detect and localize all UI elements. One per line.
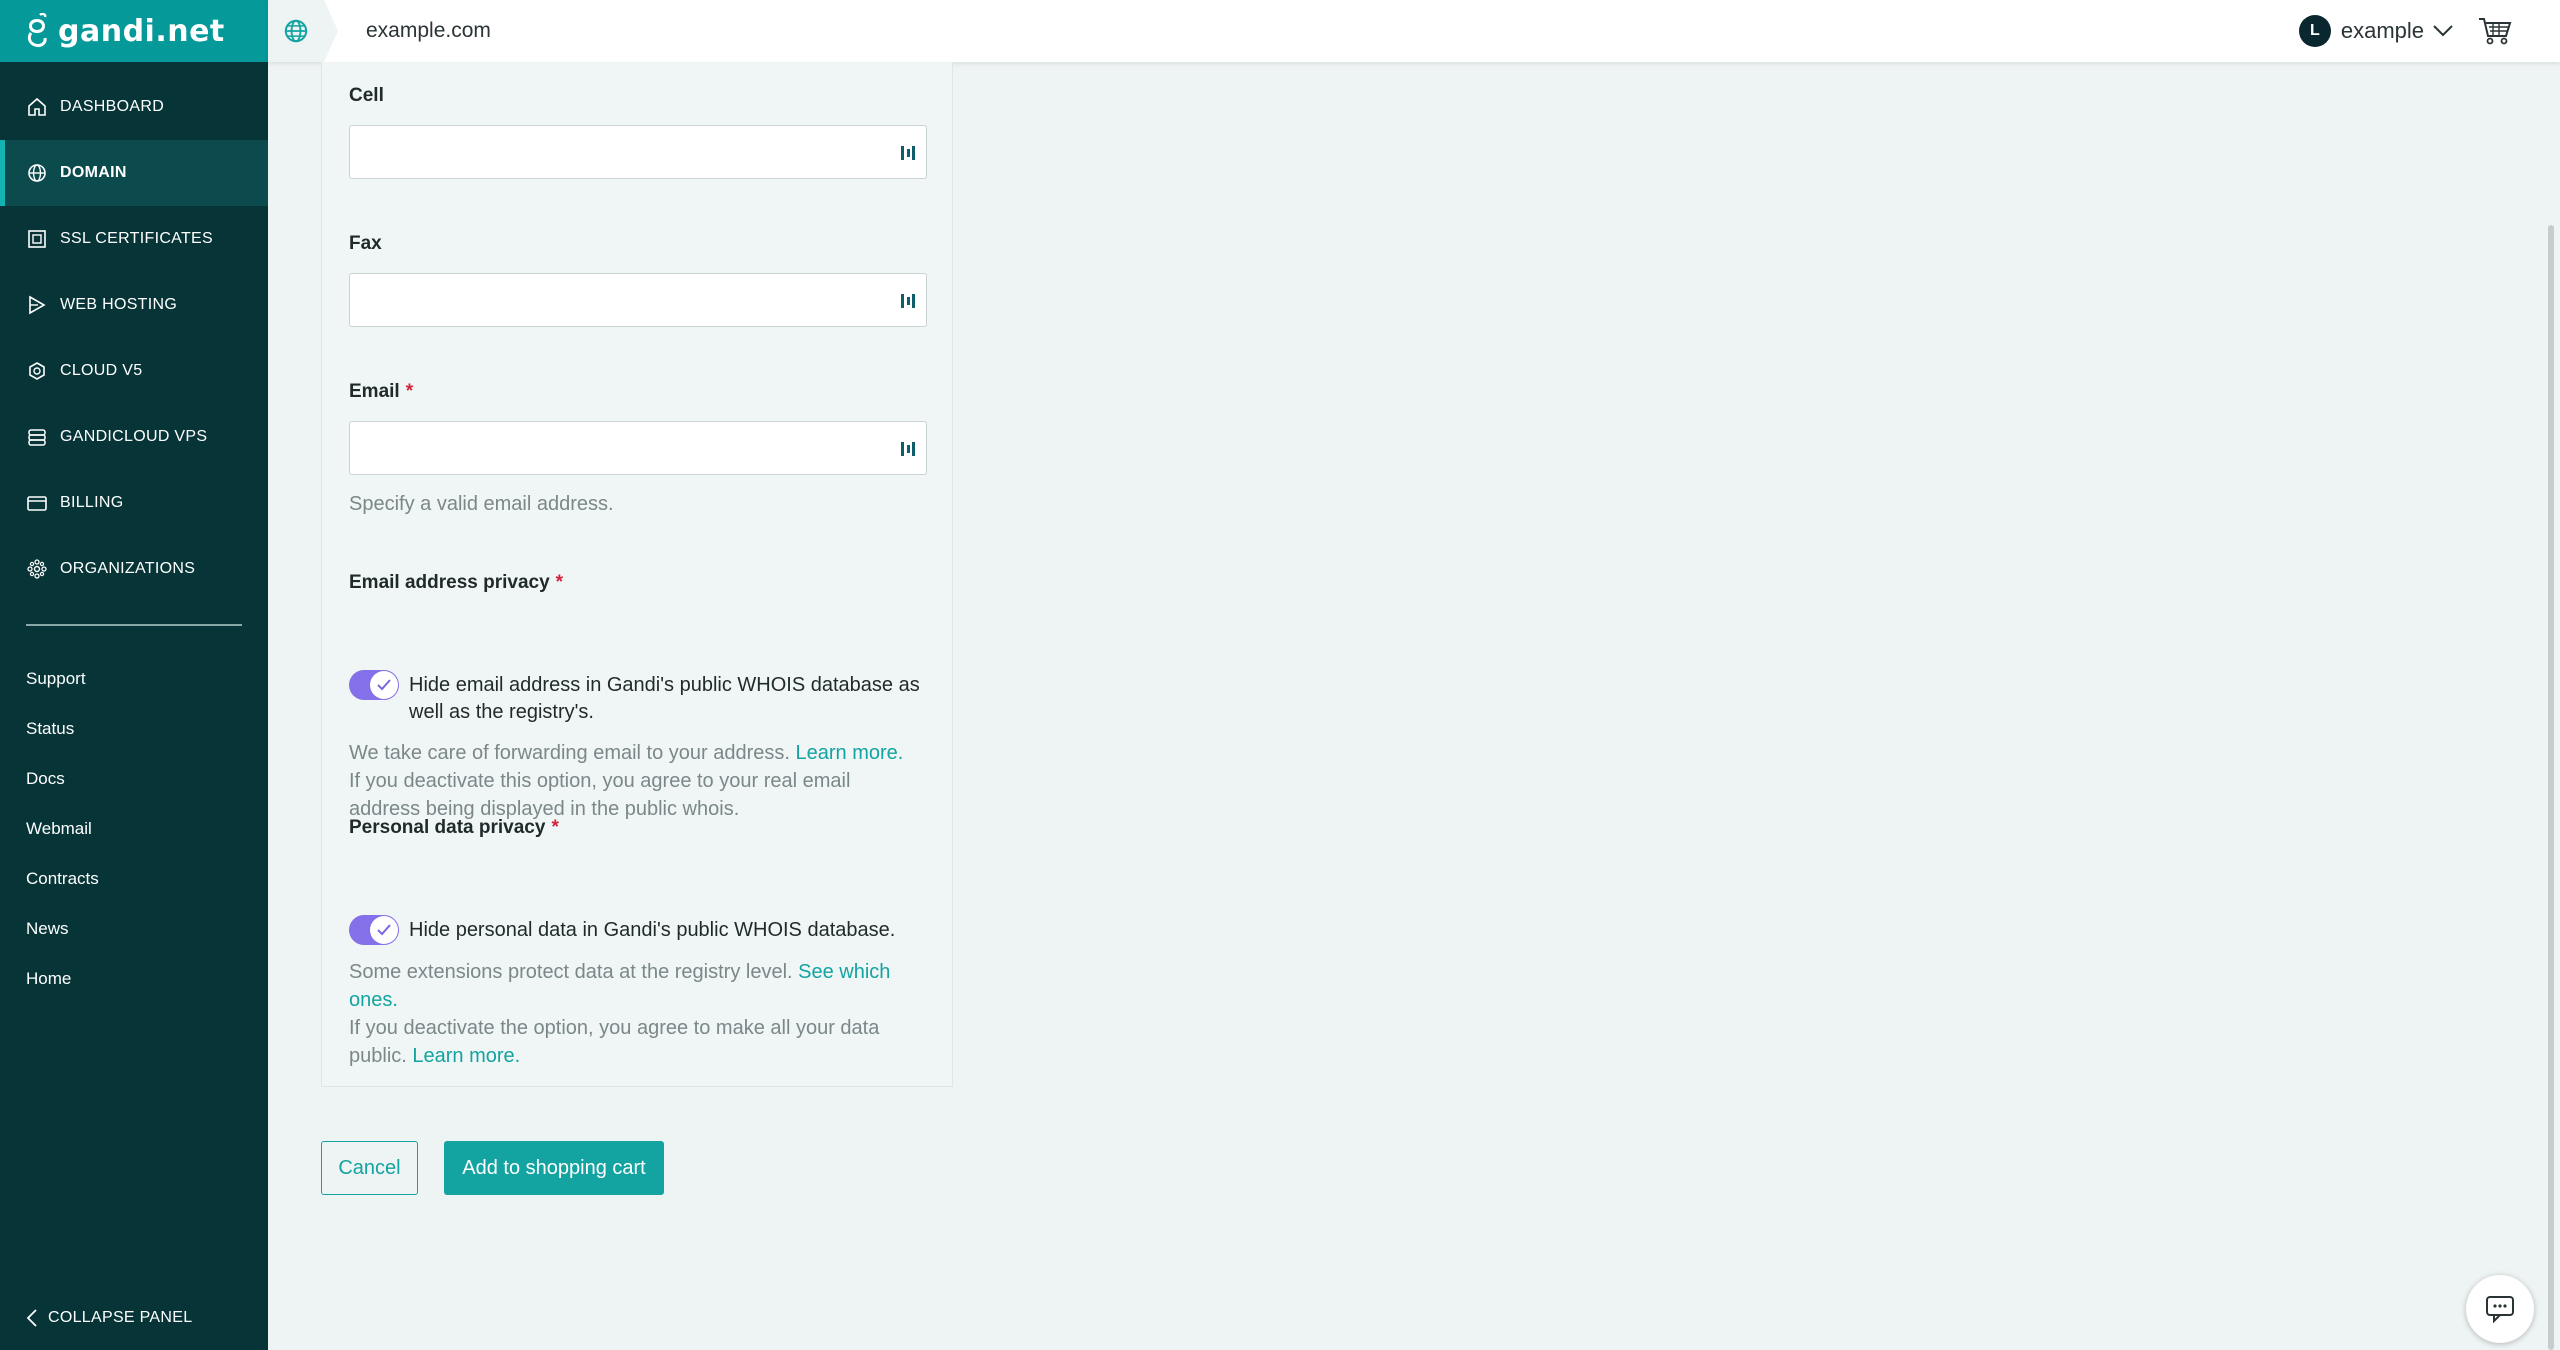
email-privacy-toggle[interactable]: [349, 670, 399, 700]
sidebar-divider: [26, 624, 242, 626]
checkmark-icon: [377, 924, 391, 936]
home-icon: [28, 97, 46, 116]
sidebar-link-support[interactable]: Support: [0, 654, 268, 704]
brand-name: gandi.net: [58, 13, 225, 49]
password-manager-icon[interactable]: [900, 143, 916, 163]
cell-input[interactable]: [350, 126, 926, 178]
collapse-panel-label: COLLAPSE PANEL: [48, 1309, 193, 1326]
sidebar-item-label: DASHBOARD: [60, 98, 165, 115]
sidebar-item-billing[interactable]: BILLING: [0, 470, 268, 536]
password-manager-icon[interactable]: [900, 291, 916, 311]
credit-card-icon: [27, 496, 47, 511]
sidebar-item-dashboard[interactable]: DASHBOARD: [0, 74, 268, 140]
email-help-text: Specify a valid email address.: [349, 493, 614, 515]
cell-field-wrapper: [349, 125, 927, 179]
email-privacy-help-2: If you deactivate this option, you agree…: [349, 770, 851, 820]
email-label-text: Email: [349, 381, 400, 402]
sidebar-link-news[interactable]: News: [0, 904, 268, 954]
personal-privacy-label-text: Personal data privacy: [349, 817, 546, 838]
certificate-icon: [28, 230, 46, 248]
avatar[interactable]: L: [2298, 15, 2331, 47]
sidebar-item-cloud-v5[interactable]: CLOUD V5: [0, 338, 268, 404]
toggle-knob: [370, 671, 398, 699]
sidebar-item-label: GANDICLOUD VPS: [60, 428, 208, 445]
sidebar-item-gandicloud-vps[interactable]: GANDICLOUD VPS: [0, 404, 268, 470]
sidebar: gandi.net DASHBOARD DOMAIN SSL CERTIFICA…: [0, 0, 268, 1350]
cell-label: Cell: [349, 85, 384, 106]
hosting-icon: [29, 295, 46, 315]
sidebar-link-docs[interactable]: Docs: [0, 754, 268, 804]
sidebar-link-status[interactable]: Status: [0, 704, 268, 754]
email-field-wrapper: [349, 421, 927, 475]
account-menu-button[interactable]: example: [2341, 18, 2424, 44]
secondary-nav: Support Status Docs Webmail Contracts Ne…: [0, 654, 268, 1004]
personal-privacy-toggle-row: Hide personal data in Gandi's public WHO…: [349, 915, 927, 945]
required-mark: *: [551, 817, 559, 838]
brand-logo[interactable]: gandi.net: [0, 0, 268, 62]
personal-privacy-toggle-text: Hide personal data in Gandi's public WHO…: [409, 919, 896, 941]
email-privacy-label-text: Email address privacy: [349, 572, 550, 593]
sidebar-item-label: DOMAIN: [60, 164, 127, 181]
collapse-panel-button[interactable]: COLLAPSE PANEL: [26, 1308, 192, 1328]
sidebar-item-label: CLOUD V5: [60, 362, 143, 379]
sidebar-item-label: SSL CERTIFICATES: [60, 230, 213, 247]
sidebar-item-label: BILLING: [60, 494, 124, 511]
shopping-cart-icon[interactable]: [2478, 16, 2512, 46]
organizations-icon: [27, 559, 47, 579]
learn-more-link[interactable]: Learn more.: [412, 1045, 520, 1067]
toggle-knob: [370, 916, 398, 944]
email-input[interactable]: [350, 422, 926, 474]
email-privacy-toggle-text: Hide email address in Gandi's public WHO…: [409, 674, 920, 723]
server-icon: [28, 429, 46, 446]
sidebar-item-organizations[interactable]: ORGANIZATIONS: [0, 536, 268, 602]
checkmark-icon: [377, 679, 391, 691]
email-privacy-label: Email address privacy *: [349, 572, 563, 594]
personal-privacy-toggle[interactable]: [349, 915, 399, 945]
account-area: L example: [2298, 15, 2512, 47]
fax-field-wrapper: [349, 273, 927, 327]
password-manager-icon[interactable]: [900, 439, 916, 459]
topbar: example.com L example: [268, 0, 2560, 62]
email-label: Email *: [349, 381, 413, 403]
chat-icon: [2486, 1296, 2514, 1323]
personal-privacy-label: Personal data privacy *: [349, 817, 559, 839]
chat-button[interactable]: [2466, 1275, 2534, 1343]
required-mark: *: [405, 381, 414, 402]
contact-form-card: Cell Fax Email * Specify a valid email ad…: [321, 62, 953, 1087]
sidebar-item-label: ORGANIZATIONS: [60, 560, 196, 577]
globe-icon: [28, 164, 46, 182]
fax-input[interactable]: [350, 274, 926, 326]
domain-context-button[interactable]: [268, 0, 338, 62]
page-scrollbar[interactable]: [2548, 225, 2554, 1350]
chevron-down-icon[interactable]: [2432, 24, 2454, 38]
personal-privacy-help: Some extensions protect data at the regi…: [349, 958, 927, 1070]
personal-privacy-help-1: Some extensions protect data at the regi…: [349, 961, 793, 983]
cancel-button[interactable]: Cancel: [321, 1141, 418, 1195]
current-domain: example.com: [366, 19, 491, 42]
cloud-icon: [29, 362, 45, 380]
sidebar-item-ssl-certificates[interactable]: SSL CERTIFICATES: [0, 206, 268, 272]
sidebar-item-web-hosting[interactable]: WEB HOSTING: [0, 272, 268, 338]
globe-icon: [284, 19, 308, 43]
sidebar-item-domain[interactable]: DOMAIN: [0, 140, 268, 206]
email-privacy-toggle-row: Hide email address in Gandi's public WHO…: [349, 670, 927, 726]
learn-more-link[interactable]: Learn more.: [796, 742, 904, 764]
chevron-left-icon: [26, 1309, 37, 1327]
required-mark: *: [555, 572, 564, 593]
main-nav: DASHBOARD DOMAIN SSL CERTIFICATES WEB HO…: [0, 74, 268, 602]
add-to-cart-button[interactable]: Add to shopping cart: [444, 1141, 664, 1195]
sidebar-link-contracts[interactable]: Contracts: [0, 854, 268, 904]
sidebar-link-home[interactable]: Home: [0, 954, 268, 1004]
gandi-logo-icon: [27, 13, 47, 47]
sidebar-link-webmail[interactable]: Webmail: [0, 804, 268, 854]
fax-label: Fax: [349, 233, 382, 254]
email-privacy-help-1: We take care of forwarding email to your…: [349, 742, 790, 764]
sidebar-item-label: WEB HOSTING: [60, 296, 178, 313]
email-privacy-help: We take care of forwarding email to your…: [349, 739, 927, 823]
